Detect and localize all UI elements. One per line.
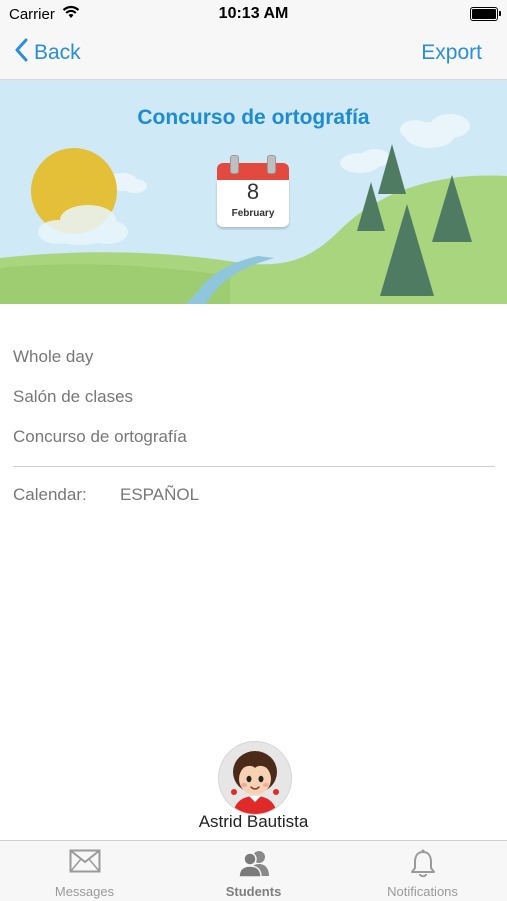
student-name: Astrid Bautista bbox=[198, 812, 309, 831]
envelope-icon bbox=[69, 849, 101, 878]
student-avatar[interactable] bbox=[218, 741, 292, 815]
event-location: Salón de clases bbox=[13, 387, 134, 406]
export-button[interactable]: Export bbox=[421, 41, 482, 65]
calendar-icon: 8 February bbox=[217, 155, 289, 227]
tab-notifications-label: Notifications bbox=[387, 884, 458, 899]
tab-bar: Messages Students Notifications bbox=[0, 840, 507, 901]
event-title: Concurso de ortografía bbox=[137, 106, 370, 129]
chevron-left-icon bbox=[14, 38, 28, 68]
calendar-value: ESPAÑOL bbox=[120, 485, 200, 504]
details-divider bbox=[13, 466, 495, 467]
event-time: Whole day bbox=[13, 347, 94, 366]
calendar-month: February bbox=[231, 208, 275, 219]
back-label: Back bbox=[34, 41, 81, 64]
tab-messages[interactable]: Messages bbox=[0, 841, 169, 901]
students-icon bbox=[237, 849, 271, 882]
back-button[interactable]: Back bbox=[14, 38, 81, 68]
tab-students-label: Students bbox=[225, 884, 282, 899]
status-time: 10:13 AM bbox=[218, 5, 289, 22]
navigation-bar: Back Export bbox=[0, 28, 507, 80]
girl-avatar-icon bbox=[219, 742, 291, 814]
tab-students[interactable]: Students bbox=[169, 841, 338, 901]
event-banner: Concurso de ortografía 8 February bbox=[0, 80, 507, 304]
tab-notifications[interactable]: Notifications bbox=[338, 841, 507, 901]
calendar-label: Calendar: bbox=[13, 485, 87, 504]
event-description: Concurso de ortografía bbox=[13, 427, 187, 446]
battery-icon bbox=[470, 7, 501, 21]
tab-messages-label: Messages bbox=[54, 884, 115, 899]
status-bar: Carrier 10:13 AM bbox=[0, 0, 507, 28]
bell-icon bbox=[410, 849, 436, 884]
calendar-day: 8 bbox=[246, 179, 260, 204]
